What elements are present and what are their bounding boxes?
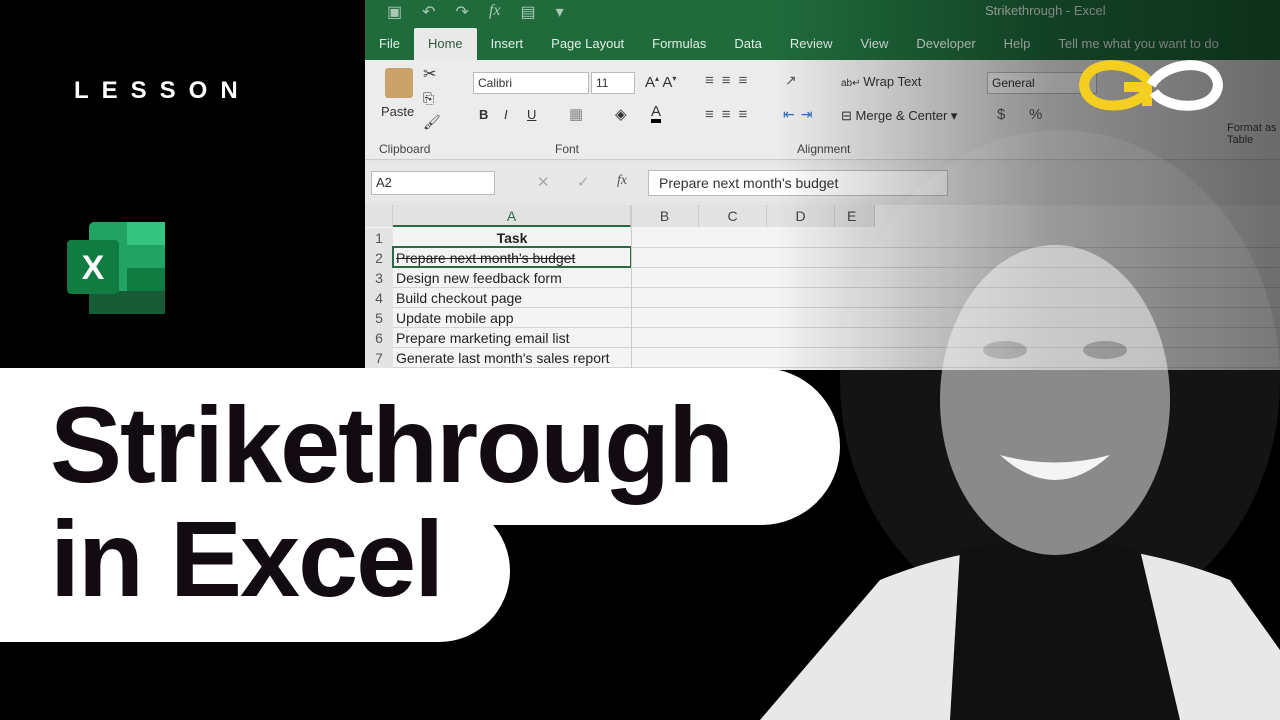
save-icon[interactable]: ▣ <box>387 2 402 22</box>
merge-center-label: Merge & Center <box>855 108 948 123</box>
copy-icon[interactable]: ⎘ <box>423 90 434 107</box>
row-number[interactable]: 3 <box>365 268 393 288</box>
cell-a4[interactable]: Build checkout page <box>396 288 522 308</box>
borders-icon[interactable]: ▦ <box>569 105 583 123</box>
clipboard-group-label: Clipboard <box>379 142 431 156</box>
font-name-select[interactable]: Calibri <box>473 72 589 94</box>
cell-a7[interactable]: Generate last month's sales report <box>396 348 610 368</box>
increase-font-icon[interactable]: A▴ A▾ <box>645 74 676 91</box>
cancel-icon[interactable]: ✕ <box>537 173 550 191</box>
font-size-select[interactable]: 11 <box>591 72 635 94</box>
currency-button[interactable]: $ <box>997 106 1005 123</box>
row-number[interactable]: 6 <box>365 328 393 348</box>
tab-review[interactable]: Review <box>776 28 847 60</box>
number-format-select[interactable]: General <box>987 72 1097 94</box>
table-row: 6 Prepare marketing email list <box>365 328 1280 348</box>
row-number[interactable]: 7 <box>365 348 393 368</box>
bold-button[interactable]: B <box>479 107 488 122</box>
wrap-text-icon: ab↵ <box>841 78 864 89</box>
table-row: 3 Design new feedback form <box>365 268 1280 288</box>
row-number[interactable]: 1 <box>365 228 393 248</box>
wrap-text-label: Wrap Text <box>863 74 922 89</box>
percent-button[interactable]: % <box>1029 106 1042 123</box>
undo-icon[interactable]: ↶ <box>422 2 435 22</box>
ribbon: Paste ✂ ⎘ 🖌 Clipboard Calibri 11 A▴ A▾ B… <box>365 60 1280 160</box>
format-as-table-button[interactable]: Format as Table <box>1227 122 1279 146</box>
tab-page-layout[interactable]: Page Layout <box>537 28 638 60</box>
align-vertical-icons[interactable]: ≡≡≡ <box>705 72 755 89</box>
column-header-b[interactable]: B <box>631 205 699 227</box>
tab-insert[interactable]: Insert <box>477 28 538 60</box>
column-header-c[interactable]: C <box>699 205 767 227</box>
row-number[interactable]: 4 <box>365 288 393 308</box>
column-header-e[interactable]: E <box>835 205 875 227</box>
fill-color-icon[interactable]: ◈ <box>615 105 627 123</box>
tab-home[interactable]: Home <box>413 28 477 60</box>
format-painter-icon[interactable]: 🖌 <box>423 114 441 131</box>
lesson-label: LESSON <box>74 77 251 104</box>
italic-button[interactable]: I <box>504 107 508 122</box>
ribbon-tabs: File Home Insert Page Layout Formulas Da… <box>365 28 1233 60</box>
customize-icon[interactable]: ▾ <box>556 2 564 22</box>
title-bar: ▣ ↶ ↷ fx ▤ ▾ Strikethrough - Excel File Home … <box>365 0 1280 60</box>
alignment-group-label: Alignment <box>797 142 851 156</box>
worksheet-grid: A B C D E 1 Task 2 Prepare next month's bu… <box>365 205 1280 370</box>
insert-function-icon[interactable]: fx <box>617 173 627 189</box>
table-row: 4 Build checkout page <box>365 288 1280 308</box>
paste-button[interactable]: Paste <box>381 104 414 119</box>
table-row: 2 Prepare next month's budget <box>365 246 1280 268</box>
svg-text:X: X <box>82 249 105 287</box>
select-all-corner[interactable] <box>365 205 393 227</box>
document-title: Strikethrough - Excel <box>985 3 1106 18</box>
tab-formulas[interactable]: Formulas <box>638 28 720 60</box>
smile <box>1000 455 1110 480</box>
cut-icon[interactable]: ✂ <box>423 64 436 84</box>
table-row: 5 Update mobile app <box>365 308 1280 328</box>
column-header-a[interactable]: A <box>393 205 631 227</box>
font-group-label: Font <box>555 142 580 156</box>
quick-access-toolbar: ▣ ↶ ↷ fx ▤ ▾ <box>387 2 564 22</box>
indent-icons[interactable]: ⇤⇥ <box>783 106 818 123</box>
orientation-icon[interactable]: ↗ <box>785 72 797 89</box>
formula-bar: A2 ✕ ✓ fx Prepare next month's budget <box>365 165 1280 201</box>
formula-input[interactable]: Prepare next month's budget <box>648 170 948 196</box>
merge-center-button[interactable]: ⊟ Merge & Center ▾ <box>841 108 957 124</box>
align-horizontal-icons[interactable]: ≡≡≡ <box>705 106 755 123</box>
column-header-d[interactable]: D <box>767 205 835 227</box>
tab-developer[interactable]: Developer <box>902 28 989 60</box>
enter-icon[interactable]: ✓ <box>577 173 590 191</box>
cell-a5[interactable]: Update mobile app <box>396 308 514 328</box>
font-color-icon[interactable]: A <box>651 104 662 123</box>
tab-view[interactable]: View <box>846 28 902 60</box>
merge-icon: ⊟ <box>841 108 856 123</box>
cell-a3[interactable]: Design new feedback form <box>396 268 562 288</box>
table-row: 7 Generate last month's sales report <box>365 348 1280 368</box>
excel-screenshot: ▣ ↶ ↷ fx ▤ ▾ Strikethrough - Excel File Home … <box>365 0 1280 370</box>
excel-logo-icon: X <box>67 222 165 314</box>
redo-icon[interactable]: ↷ <box>456 2 469 22</box>
fx-icon[interactable]: fx <box>489 2 501 22</box>
tab-file[interactable]: File <box>365 28 414 60</box>
cell-a2[interactable]: Prepare next month's budget <box>396 248 575 268</box>
form-icon[interactable]: ▤ <box>520 2 535 22</box>
wrap-text-button[interactable]: ab↵ Wrap Text <box>841 74 921 89</box>
cell-a1[interactable]: Task <box>393 228 631 248</box>
row-number[interactable]: 5 <box>365 308 393 328</box>
title-line1: Strikethrough <box>50 384 734 505</box>
name-box[interactable]: A2 <box>371 171 495 195</box>
table-row: 1 Task <box>365 228 1280 248</box>
underline-button[interactable]: U <box>527 107 536 122</box>
row-number[interactable]: 2 <box>365 248 393 268</box>
title-line2: in Excel <box>50 498 444 619</box>
tab-help[interactable]: Help <box>990 28 1045 60</box>
jacket <box>760 545 1280 720</box>
cell-a6[interactable]: Prepare marketing email list <box>396 328 570 348</box>
tab-data[interactable]: Data <box>720 28 775 60</box>
turtleneck <box>950 540 1180 720</box>
paste-icon[interactable] <box>385 68 413 98</box>
tell-me-search[interactable]: Tell me what you want to do <box>1044 28 1232 60</box>
